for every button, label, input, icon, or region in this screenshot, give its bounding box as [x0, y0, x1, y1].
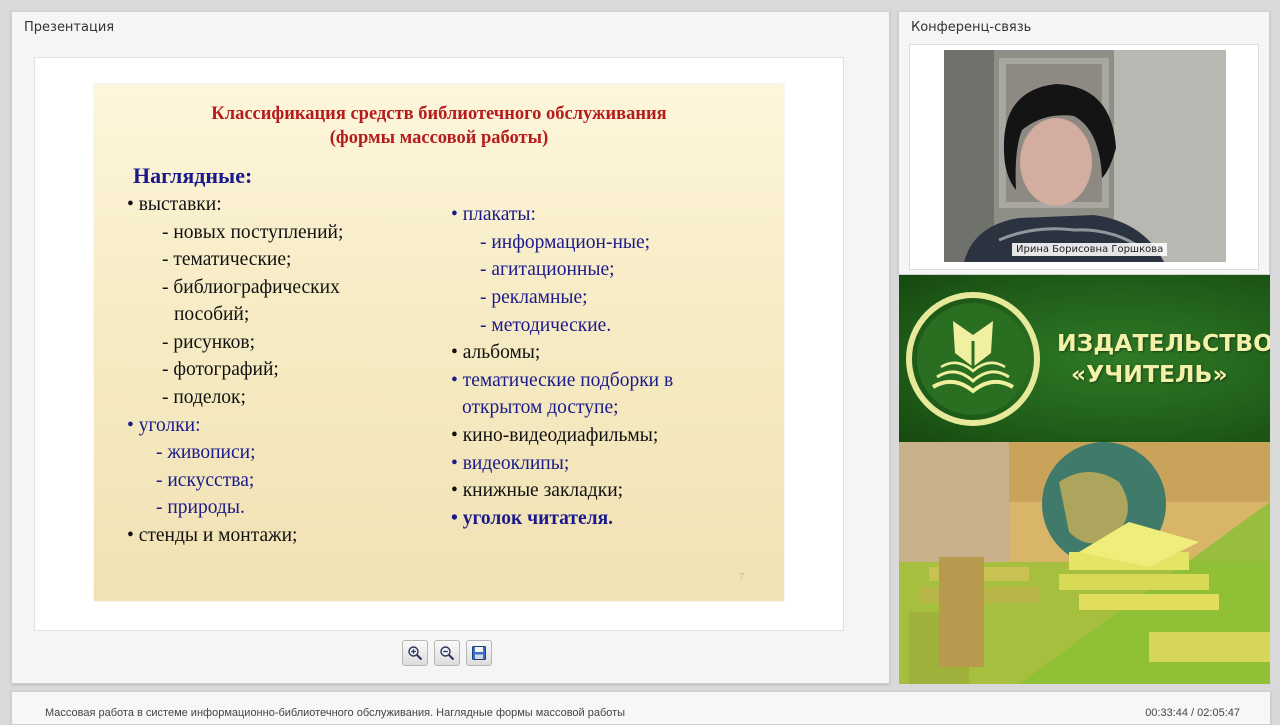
publisher-name-line1: ИЗДАТЕЛЬСТВО [1057, 329, 1270, 357]
slide-left-item: - поделок; [162, 387, 246, 408]
slide-toolbar [402, 640, 492, 666]
slide-right-item: • плакаты: [451, 204, 536, 225]
save-icon [472, 646, 486, 660]
slide-page-number: 7 [739, 572, 744, 583]
slide-left-item: • выставки: [127, 194, 222, 215]
slide-left-item: пособий; [174, 304, 250, 325]
publisher-logo-area: ИЗДАТЕЛЬСТВО «УЧИТЕЛЬ» [899, 275, 1270, 442]
speaker-video[interactable]: Ирина Борисовна Горшкова [944, 50, 1226, 262]
slide-left-item: - искусства; [156, 470, 255, 491]
slide-left-item: - библиографических [162, 277, 340, 298]
save-button[interactable] [466, 640, 492, 666]
book-emblem-icon [906, 292, 1040, 426]
slide-left-item: • уголки: [127, 415, 201, 436]
video-frame: Ирина Борисовна Горшкова [909, 44, 1259, 270]
slide-right-item: открытом доступе; [462, 397, 619, 418]
zoom-in-button[interactable] [402, 640, 428, 666]
slide-left-item: - фотографий; [162, 359, 279, 380]
slide: Классификация средств библиотечного обсл… [94, 84, 784, 601]
slide-left-item: - тематические; [162, 249, 292, 270]
slide-right-item: - информацион-ные; [480, 232, 651, 253]
speaker-name-caption: Ирина Борисовна Горшкова [1012, 243, 1168, 256]
slide-left-item: - живописи; [156, 442, 256, 463]
slide-right-item: • тематические подборки в [451, 370, 674, 391]
slide-right-item: • альбомы; [451, 342, 541, 363]
zoom-out-icon [440, 646, 455, 661]
slide-right-item: - рекламные; [480, 287, 588, 308]
slide-heading: Наглядные: [133, 163, 253, 188]
presentation-panel: Презентация Классификация средств библио… [11, 11, 890, 684]
slide-title-line1: Классификация средств библиотечного обсл… [211, 104, 667, 124]
slide-title-line2: (формы массовой работы) [329, 128, 549, 148]
slide-left-item: - природы. [156, 497, 245, 518]
presentation-panel-title: Презентация [24, 20, 115, 35]
slide-right-item: • кино-видеодиафильмы; [451, 425, 659, 446]
publisher-name-line2: «УЧИТЕЛЬ» [1071, 360, 1228, 388]
conference-panel: Конференц-связь Ирина Борисовна Горшкова [898, 11, 1270, 275]
slide-right-item: • видеоклипы; [451, 453, 570, 474]
slide-left-item: • стенды и монтажи; [127, 525, 298, 546]
books-globe-illustration-icon [899, 442, 1270, 684]
slide-left-item: - новых поступлений; [162, 222, 344, 243]
slide-right-item: • уголок читателя. [451, 508, 614, 529]
playback-time: 00:33:44 / 02:05:47 [1145, 707, 1240, 719]
speaker-silhouette-icon [944, 50, 1226, 262]
conference-panel-title: Конференц-связь [911, 20, 1032, 35]
lecture-title: Массовая работа в системе информационно-… [45, 707, 626, 719]
zoom-out-button[interactable] [434, 640, 460, 666]
zoom-in-icon [408, 646, 423, 661]
slide-left-item: - рисунков; [162, 332, 255, 353]
publisher-banner: ИЗДАТЕЛЬСТВО «УЧИТЕЛЬ» [899, 275, 1270, 684]
slide-right-item: - агитационные; [480, 259, 615, 280]
slide-right-item: • книжные закладки; [451, 480, 624, 501]
slide-frame: Классификация средств библиотечного обсл… [34, 57, 844, 631]
slide-right-item: - методические. [480, 315, 612, 336]
books-globe-image [899, 442, 1270, 684]
